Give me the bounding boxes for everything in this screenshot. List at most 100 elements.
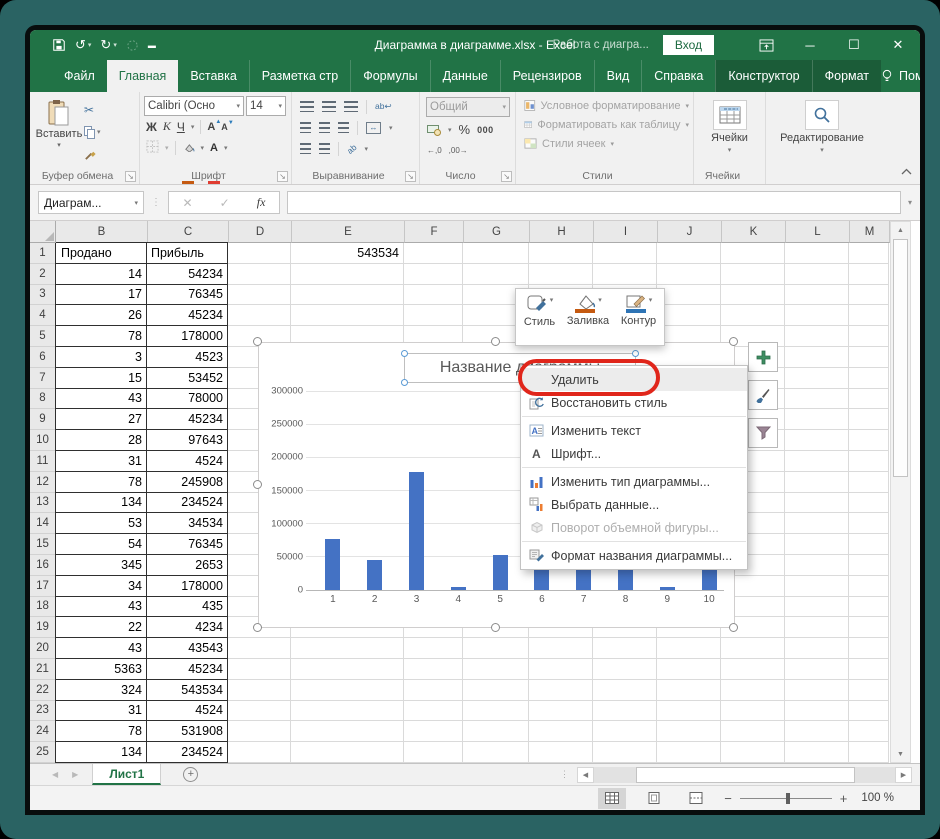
- cell-C13[interactable]: 234524: [147, 493, 228, 514]
- cell-D25[interactable]: [228, 742, 291, 763]
- cell-K20[interactable]: [721, 638, 785, 659]
- context-menu-item[interactable]: АШрифт...: [521, 442, 747, 465]
- context-menu-item[interactable]: Поворот объемной фигуры...: [521, 516, 747, 539]
- cell-K2[interactable]: [721, 264, 785, 285]
- increase-indent-icon[interactable]: [319, 143, 330, 154]
- orientation-button[interactable]: ab: [345, 142, 359, 156]
- cell-M17[interactable]: [849, 576, 889, 597]
- copy-button[interactable]: ▾: [84, 123, 101, 141]
- cell-L16[interactable]: [785, 555, 849, 576]
- cell-C9[interactable]: 45234: [147, 409, 228, 430]
- cell-B5[interactable]: 78: [55, 326, 147, 347]
- cell-B23[interactable]: 31: [55, 701, 147, 722]
- cell-L24[interactable]: [785, 721, 849, 742]
- column-header-C[interactable]: C: [148, 221, 229, 243]
- cell-L9[interactable]: [785, 409, 849, 430]
- cell-E1[interactable]: 543534: [291, 243, 404, 264]
- cell-M2[interactable]: [849, 264, 889, 285]
- cell-M13[interactable]: [849, 493, 889, 514]
- cell-D2[interactable]: [228, 264, 291, 285]
- row-header-18[interactable]: 18: [30, 597, 56, 618]
- tab-data[interactable]: Данные: [430, 60, 500, 92]
- cell-H2[interactable]: [529, 264, 593, 285]
- cell-B22[interactable]: 324: [55, 680, 147, 701]
- cell-B14[interactable]: 53: [55, 513, 147, 534]
- cell-B11[interactable]: 31: [55, 451, 147, 472]
- bold-button[interactable]: Ж: [146, 120, 157, 134]
- cell-M9[interactable]: [849, 409, 889, 430]
- tab-home[interactable]: Главная: [107, 60, 179, 92]
- wrap-text-button[interactable]: ab↩: [375, 101, 392, 112]
- cell-L14[interactable]: [785, 513, 849, 534]
- align-left-icon[interactable]: [300, 122, 311, 133]
- cell-G23[interactable]: [463, 701, 529, 722]
- cell-L19[interactable]: [785, 617, 849, 638]
- decrease-indent-icon[interactable]: [300, 143, 311, 154]
- cell-D4[interactable]: [228, 305, 291, 326]
- column-header-E[interactable]: E: [292, 221, 405, 243]
- row-header-4[interactable]: 4: [30, 305, 56, 326]
- tab-review[interactable]: Рецензиров: [500, 60, 594, 92]
- row-header-17[interactable]: 17: [30, 576, 56, 597]
- column-header-F[interactable]: F: [405, 221, 464, 243]
- cell-L1[interactable]: [785, 243, 849, 264]
- cell-D22[interactable]: [228, 680, 291, 701]
- italic-button[interactable]: К: [163, 119, 171, 134]
- scroll-left-icon[interactable]: ◀: [577, 767, 594, 783]
- scroll-right-icon[interactable]: ▶: [895, 767, 912, 783]
- format-as-table-button[interactable]: Форматировать как таблицу▾: [520, 115, 689, 134]
- decrease-font-button[interactable]: A▼: [221, 122, 228, 132]
- align-bottom-icon[interactable]: [344, 101, 358, 112]
- cell-I23[interactable]: [593, 701, 657, 722]
- column-header-L[interactable]: L: [786, 221, 850, 243]
- cell-E2[interactable]: [291, 264, 404, 285]
- cells-button[interactable]: Ячейки ▾: [698, 96, 761, 154]
- number-dialog-launcher[interactable]: ↘: [501, 171, 512, 182]
- cell-B3[interactable]: 17: [55, 285, 147, 306]
- cell-B12[interactable]: 78: [55, 472, 147, 493]
- cell-C19[interactable]: 4234: [147, 617, 228, 638]
- cell-F24[interactable]: [404, 721, 463, 742]
- cell-B1[interactable]: Продано: [55, 242, 147, 264]
- bar-series1-9[interactable]: [660, 587, 675, 590]
- cell-F20[interactable]: [404, 638, 463, 659]
- context-menu-item[interactable]: AИзменить текст: [521, 419, 747, 442]
- bar-series1-4[interactable]: [451, 587, 466, 590]
- chart-styles-button[interactable]: [748, 380, 778, 410]
- cell-J22[interactable]: [657, 680, 721, 701]
- row-header-10[interactable]: 10: [30, 430, 56, 451]
- cell-M10[interactable]: [849, 430, 889, 451]
- column-header-G[interactable]: G: [464, 221, 530, 243]
- scroll-up-icon[interactable]: ▲: [891, 222, 910, 238]
- cell-D3[interactable]: [228, 285, 291, 306]
- column-header-H[interactable]: H: [530, 221, 594, 243]
- cell-H20[interactable]: [529, 638, 593, 659]
- cell-B19[interactable]: 22: [55, 617, 147, 638]
- cell-B2[interactable]: 14: [55, 264, 147, 285]
- tab-file[interactable]: Файл: [52, 60, 107, 92]
- tab-view[interactable]: Вид: [594, 60, 642, 92]
- cell-L20[interactable]: [785, 638, 849, 659]
- cell-C4[interactable]: 45234: [147, 305, 228, 326]
- cell-E23[interactable]: [291, 701, 404, 722]
- font-size-combo[interactable]: 14▾: [246, 96, 286, 116]
- tab-page-layout[interactable]: Разметка стр: [249, 60, 350, 92]
- name-box[interactable]: Диаграм...▾: [38, 191, 144, 214]
- conditional-formatting-button[interactable]: Условное форматирование▾: [520, 96, 689, 115]
- cell-C10[interactable]: 97643: [147, 430, 228, 451]
- cell-C17[interactable]: 178000: [147, 576, 228, 597]
- cell-C3[interactable]: 76345: [147, 285, 228, 306]
- cell-B6[interactable]: 3: [55, 347, 147, 368]
- cell-M24[interactable]: [849, 721, 889, 742]
- cell-C22[interactable]: 543534: [147, 680, 228, 701]
- mini-fill-button[interactable]: ▾ Заливка: [567, 294, 609, 342]
- clipboard-dialog-launcher[interactable]: ↘: [125, 171, 136, 182]
- decrease-decimal-button[interactable]: ,00→: [449, 146, 468, 155]
- cell-I2[interactable]: [593, 264, 657, 285]
- normal-view-button[interactable]: [598, 788, 626, 809]
- cell-F22[interactable]: [404, 680, 463, 701]
- cell-L7[interactable]: [785, 368, 849, 389]
- cell-K25[interactable]: [721, 742, 785, 763]
- cell-B24[interactable]: 78: [55, 721, 147, 742]
- percent-style-button[interactable]: %: [459, 122, 471, 137]
